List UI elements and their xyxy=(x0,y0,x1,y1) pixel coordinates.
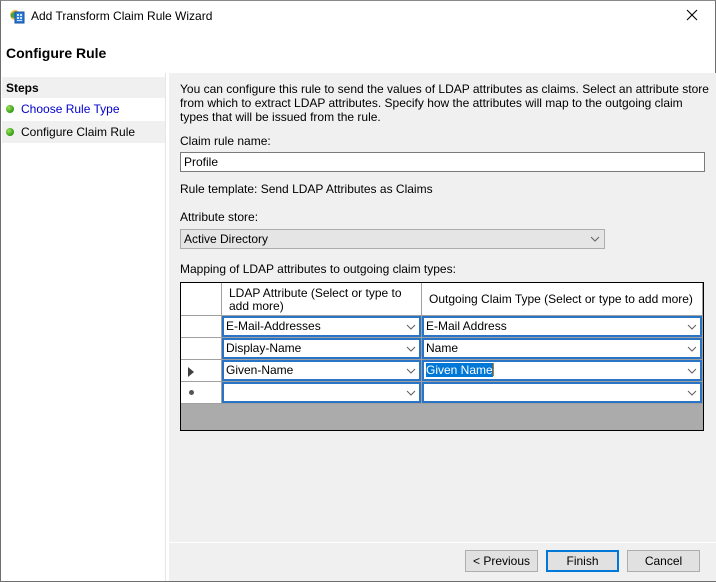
wizard-window: Add Transform Claim Rule Wizard Configur… xyxy=(0,0,716,582)
step-label[interactable]: Choose Rule Type xyxy=(21,102,120,116)
claim-type-combo[interactable]: Name xyxy=(422,338,702,359)
ldap-attribute-combo[interactable]: Given-Name xyxy=(222,360,421,381)
window-title: Add Transform Claim Rule Wizard xyxy=(31,9,213,23)
ldap-attribute-cell xyxy=(222,382,422,404)
description-text: You can configure this rule to send the … xyxy=(180,82,709,124)
ldap-attribute-cell: Given-Name xyxy=(222,360,422,382)
step-complete-icon xyxy=(6,105,14,113)
attribute-store-value: Active Directory xyxy=(184,232,269,246)
page-title: Configure Rule xyxy=(6,45,107,61)
row-header[interactable] xyxy=(181,360,222,382)
step-choose-rule-type[interactable]: Choose Rule Type xyxy=(2,98,165,120)
claim-type-cell: E-Mail Address xyxy=(422,316,703,338)
chevron-down-icon xyxy=(687,365,697,379)
claim-type-value: Name xyxy=(426,341,459,355)
chevron-down-icon xyxy=(687,343,697,357)
attribute-store-label: Attribute store: xyxy=(180,210,259,224)
mapping-grid: LDAP Attribute (Select or type to add mo… xyxy=(180,282,704,431)
grid-header-row: LDAP Attribute (Select or type to add mo… xyxy=(181,283,703,316)
table-row-new xyxy=(181,382,703,404)
ldap-attribute-value: E-Mail-Addresses xyxy=(226,319,321,333)
chevron-down-icon xyxy=(406,321,416,335)
claim-type-combo[interactable]: Given Name xyxy=(422,360,702,381)
step-current-icon xyxy=(6,128,14,136)
title-bar: Add Transform Claim Rule Wizard xyxy=(1,1,715,32)
row-header[interactable] xyxy=(181,338,222,360)
ldap-attribute-cell: Display-Name xyxy=(222,338,422,360)
claim-type-value-selected: Given Name xyxy=(426,363,493,377)
ldap-attribute-value: Given-Name xyxy=(226,363,294,377)
claim-rule-name-input[interactable]: Profile xyxy=(180,152,705,172)
ldap-attribute-combo[interactable]: E-Mail-Addresses xyxy=(222,316,421,337)
step-configure-claim-rule: Configure Claim Rule xyxy=(2,121,165,143)
claim-rule-name-label: Claim rule name: xyxy=(180,134,271,148)
chevron-down-icon xyxy=(687,387,697,401)
chevron-down-icon xyxy=(406,365,416,379)
row-header[interactable] xyxy=(181,316,222,338)
footer-separator xyxy=(169,542,716,543)
main-pane: You can configure this rule to send the … xyxy=(169,73,716,581)
claim-type-cell: Name xyxy=(422,338,703,360)
cancel-button[interactable]: Cancel xyxy=(627,550,700,572)
column-header-label: Outgoing Claim Type (Select or type to a… xyxy=(429,292,693,306)
grid-corner-cell xyxy=(181,283,222,316)
wizard-app-icon xyxy=(9,8,25,24)
rule-template-text: Rule template: Send LDAP Attributes as C… xyxy=(180,182,433,196)
column-header-outgoing-claim-type[interactable]: Outgoing Claim Type (Select or type to a… xyxy=(422,283,703,316)
chevron-down-icon xyxy=(406,343,416,357)
previous-button[interactable]: < Previous xyxy=(465,550,538,572)
chevron-down-icon xyxy=(687,321,697,335)
claim-type-cell xyxy=(422,382,703,404)
row-header[interactable] xyxy=(181,382,222,404)
ldap-attribute-combo[interactable]: Display-Name xyxy=(222,338,421,359)
mapping-label: Mapping of LDAP attributes to outgoing c… xyxy=(180,262,456,276)
column-header-label: LDAP Attribute (Select or type to add mo… xyxy=(229,286,402,313)
claim-type-cell: Given Name xyxy=(422,360,703,382)
close-icon xyxy=(686,9,698,24)
current-row-arrow-icon xyxy=(188,366,194,380)
ldap-attribute-cell: E-Mail-Addresses xyxy=(222,316,422,338)
claim-type-value: E-Mail Address xyxy=(426,319,507,333)
text-caret xyxy=(492,363,494,376)
claim-rule-name-value: Profile xyxy=(184,155,219,169)
chevron-down-icon xyxy=(406,387,416,401)
table-row: Given-Name Given Name xyxy=(181,360,703,382)
table-row: Display-Name Name xyxy=(181,338,703,360)
ldap-attribute-combo[interactable] xyxy=(222,382,421,403)
table-row: E-Mail-Addresses E-Mail Address xyxy=(181,316,703,338)
finish-button[interactable]: Finish xyxy=(546,550,619,572)
attribute-store-select[interactable]: Active Directory xyxy=(180,229,605,249)
claim-type-combo[interactable]: E-Mail Address xyxy=(422,316,702,337)
column-header-ldap-attribute[interactable]: LDAP Attribute (Select or type to add mo… xyxy=(222,283,422,316)
claim-type-combo[interactable] xyxy=(422,382,702,403)
step-label: Configure Claim Rule xyxy=(21,125,136,139)
steps-header: Steps xyxy=(2,77,165,98)
ldap-attribute-value: Display-Name xyxy=(226,341,302,355)
close-button[interactable] xyxy=(669,1,715,31)
steps-pane: Steps Choose Rule Type Configure Claim R… xyxy=(2,73,166,581)
new-row-asterisk-icon xyxy=(189,390,194,395)
chevron-down-icon xyxy=(590,233,600,247)
steps-header-label: Steps xyxy=(6,81,39,95)
